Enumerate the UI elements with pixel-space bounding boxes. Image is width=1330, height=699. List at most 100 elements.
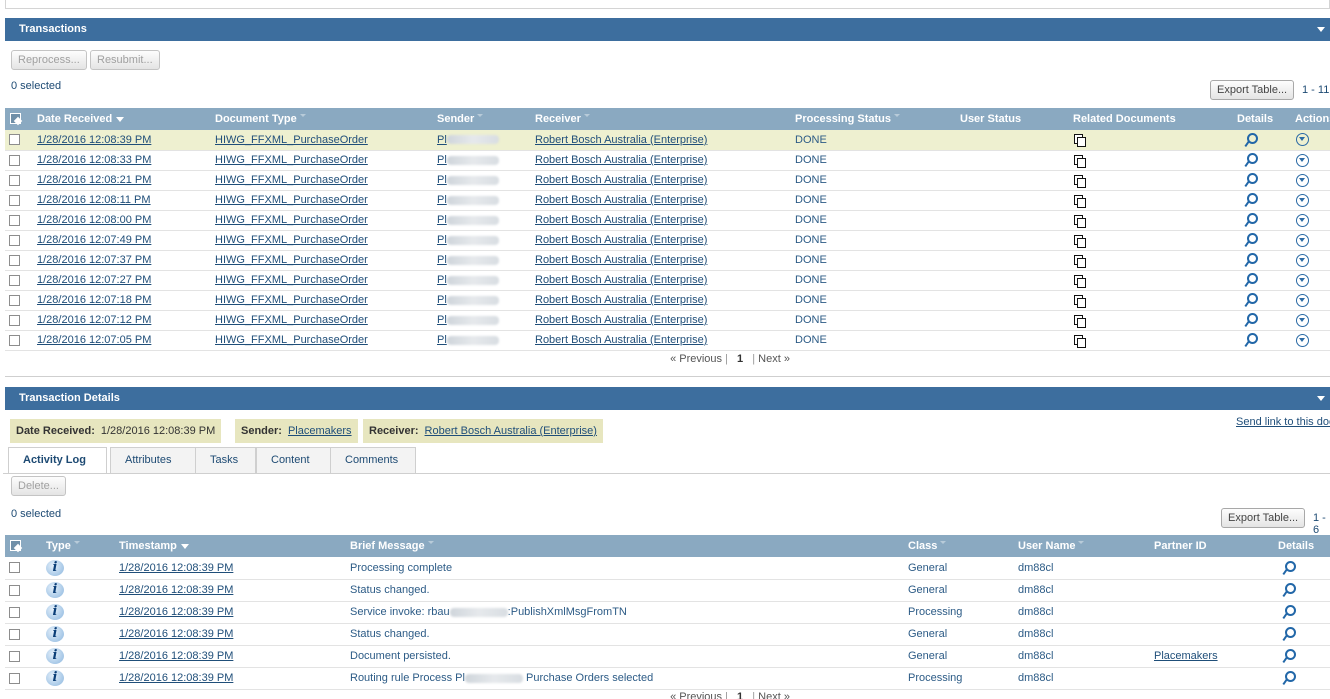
resubmit-button[interactable]: Resubmit... (90, 50, 160, 70)
magnifier-icon[interactable] (1244, 333, 1258, 347)
tab-content[interactable]: Content (256, 447, 331, 473)
tab-tasks[interactable]: Tasks (195, 447, 256, 473)
column-document-type[interactable]: Document Type (211, 108, 433, 130)
reprocess-button[interactable]: Reprocess... (11, 50, 87, 70)
related-documents-icon[interactable] (1074, 234, 1086, 248)
partner-id-link[interactable]: Placemakers (1154, 650, 1218, 662)
document-type-link[interactable]: HIWG_FFXML_PurchaseOrder (215, 154, 368, 166)
sender-link[interactable]: Pl (437, 194, 447, 206)
table-row[interactable]: 1/28/2016 12:07:05 PM HIWG_FFXML_Purchase… (5, 330, 1330, 351)
sender-link[interactable]: Pl (437, 134, 447, 146)
date-received-link[interactable]: 1/28/2016 12:08:39 PM (37, 134, 151, 146)
related-documents-icon[interactable] (1074, 194, 1086, 208)
document-type-link[interactable]: HIWG_FFXML_PurchaseOrder (215, 294, 368, 306)
date-received-link[interactable]: 1/28/2016 12:07:05 PM (37, 334, 151, 346)
delete-button[interactable]: Delete... (11, 476, 66, 496)
column-timestamp[interactable]: Timestamp (115, 535, 346, 557)
actions-dropdown-icon[interactable] (1296, 273, 1309, 287)
magnifier-icon[interactable] (1282, 671, 1296, 685)
magnifier-icon[interactable] (1244, 293, 1258, 307)
date-received-link[interactable]: 1/28/2016 12:07:49 PM (37, 234, 151, 246)
related-documents-icon[interactable] (1074, 154, 1086, 168)
column-settings-icon[interactable] (9, 112, 23, 126)
row-checkbox[interactable] (9, 274, 20, 286)
actions-dropdown-icon[interactable] (1296, 193, 1309, 207)
magnifier-icon[interactable] (1244, 213, 1258, 227)
sender-link[interactable]: Pl (437, 234, 447, 246)
send-link[interactable]: Send link to this document (1236, 416, 1330, 428)
row-checkbox[interactable] (9, 672, 20, 684)
column-user-name[interactable]: User Name (1014, 535, 1150, 557)
sender-link[interactable]: Pl (437, 334, 447, 346)
table-row[interactable]: 1/28/2016 12:07:18 PM HIWG_FFXML_Purchase… (5, 290, 1330, 311)
magnifier-icon[interactable] (1282, 560, 1296, 575)
date-received-link[interactable]: 1/28/2016 12:07:37 PM (37, 254, 151, 266)
row-checkbox[interactable] (9, 234, 20, 246)
row-checkbox[interactable] (9, 194, 20, 206)
document-type-link[interactable]: HIWG_FFXML_PurchaseOrder (215, 334, 368, 346)
magnifier-icon[interactable] (1282, 649, 1296, 663)
table-row[interactable]: i 1/28/2016 12:08:39 PM Service invoke: rb… (5, 601, 1330, 624)
actions-dropdown-icon[interactable] (1296, 133, 1309, 147)
row-checkbox[interactable] (9, 214, 20, 226)
table-row[interactable]: 1/28/2016 12:08:11 PM HIWG_FFXML_Purchase… (5, 190, 1330, 211)
actions-dropdown-icon[interactable] (1296, 333, 1309, 347)
receiver-link[interactable]: Robert Bosch Australia (Enterprise) (535, 154, 707, 166)
column-processing-status[interactable]: Processing Status (791, 108, 956, 130)
document-type-link[interactable]: HIWG_FFXML_PurchaseOrder (215, 314, 368, 326)
row-checkbox[interactable] (9, 562, 20, 574)
row-checkbox[interactable] (9, 294, 20, 306)
table-row[interactable]: 1/28/2016 12:07:12 PM HIWG_FFXML_Purchase… (5, 310, 1330, 331)
magnifier-icon[interactable] (1244, 153, 1258, 167)
actions-dropdown-icon[interactable] (1296, 293, 1309, 307)
table-row[interactable]: i 1/28/2016 12:08:39 PM Status changed. Gen… (5, 623, 1330, 646)
receiver-link[interactable]: Robert Bosch Australia (Enterprise) (535, 174, 707, 186)
table-row[interactable]: i 1/28/2016 12:08:39 PM Document persisted… (5, 645, 1330, 668)
table-row[interactable]: i 1/28/2016 12:08:39 PM Status changed. Gen… (5, 579, 1330, 602)
receiver-link[interactable]: Robert Bosch Australia (Enterprise) (535, 134, 707, 146)
magnifier-icon[interactable] (1282, 583, 1296, 597)
row-checkbox[interactable] (9, 334, 20, 346)
pager-next[interactable]: Next » (758, 353, 790, 365)
date-received-link[interactable]: 1/28/2016 12:07:18 PM (37, 294, 151, 306)
sender-link[interactable]: Pl (437, 214, 447, 226)
table-row[interactable]: 1/28/2016 12:07:37 PM HIWG_FFXML_Purchase… (5, 250, 1330, 271)
export-table-button[interactable]: Export Table... (1210, 80, 1295, 100)
sender-link[interactable]: Placemakers (288, 425, 352, 437)
related-documents-icon[interactable] (1074, 314, 1086, 328)
date-received-link[interactable]: 1/28/2016 12:08:00 PM (37, 214, 151, 226)
table-row[interactable]: i 1/28/2016 12:08:39 PM Processing complet… (5, 557, 1330, 580)
column-date-received[interactable]: Date Received (33, 108, 211, 130)
actions-dropdown-icon[interactable] (1296, 233, 1309, 247)
related-documents-icon[interactable] (1074, 294, 1086, 308)
document-type-link[interactable]: HIWG_FFXML_PurchaseOrder (215, 234, 368, 246)
document-type-link[interactable]: HIWG_FFXML_PurchaseOrder (215, 254, 368, 266)
document-type-link[interactable]: HIWG_FFXML_PurchaseOrder (215, 274, 368, 286)
column-config-cell[interactable] (5, 108, 33, 130)
magnifier-icon[interactable] (1244, 273, 1258, 287)
timestamp-link[interactable]: 1/28/2016 12:08:39 PM (119, 562, 233, 574)
receiver-link[interactable]: Robert Bosch Australia (Enterprise) (535, 234, 707, 246)
timestamp-link[interactable]: 1/28/2016 12:08:39 PM (119, 672, 233, 684)
receiver-link[interactable]: Robert Bosch Australia (Enterprise) (535, 294, 707, 306)
actions-dropdown-icon[interactable] (1296, 253, 1309, 267)
date-received-link[interactable]: 1/28/2016 12:08:21 PM (37, 174, 151, 186)
row-checkbox[interactable] (9, 314, 20, 326)
sender-link[interactable]: Pl (437, 154, 447, 166)
date-received-link[interactable]: 1/28/2016 12:08:33 PM (37, 154, 151, 166)
column-class[interactable]: Class (904, 535, 1014, 557)
document-type-link[interactable]: HIWG_FFXML_PurchaseOrder (215, 134, 368, 146)
receiver-link[interactable]: Robert Bosch Australia (Enterprise) (535, 274, 707, 286)
sender-link[interactable]: Pl (437, 254, 447, 266)
tab-comments[interactable]: Comments (330, 447, 416, 473)
timestamp-link[interactable]: 1/28/2016 12:08:39 PM (119, 628, 233, 640)
activity-export-table-button[interactable]: Export Table... (1221, 508, 1306, 528)
timestamp-link[interactable]: 1/28/2016 12:08:39 PM (119, 650, 233, 662)
column-receiver[interactable]: Receiver (531, 108, 791, 130)
magnifier-icon[interactable] (1282, 605, 1296, 619)
row-checkbox[interactable] (9, 134, 20, 146)
tab-attributes[interactable]: Attributes (110, 447, 201, 473)
column-brief-message[interactable]: Brief Message (346, 535, 904, 557)
magnifier-icon[interactable] (1244, 233, 1258, 247)
receiver-link[interactable]: Robert Bosch Australia (Enterprise) (535, 314, 707, 326)
